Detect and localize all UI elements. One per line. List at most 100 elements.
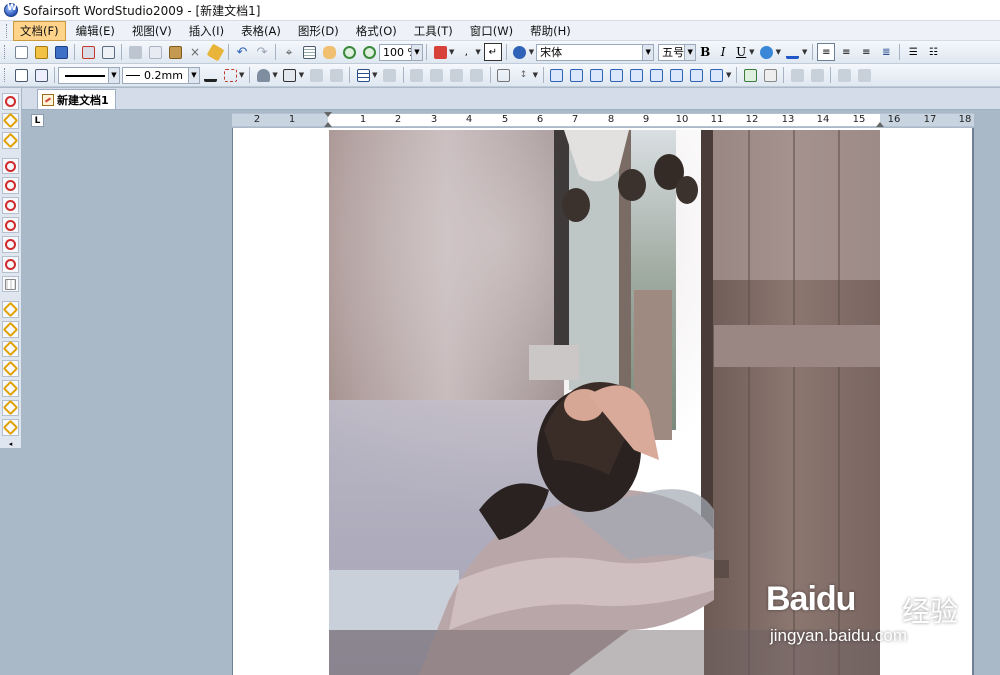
snap-nearest-icon[interactable] — [2, 340, 19, 358]
chevron-down-icon[interactable]: ▼ — [529, 48, 534, 56]
align-bottom-left-icon[interactable] — [668, 66, 686, 84]
numbered-list-icon[interactable]: ☷ — [924, 43, 942, 61]
align-middle-right-icon[interactable] — [648, 66, 666, 84]
menu-table[interactable]: 表格(A) — [234, 21, 288, 41]
split-cells-icon[interactable] — [468, 66, 486, 84]
align-top-right-icon[interactable] — [588, 66, 606, 84]
menu-edit[interactable]: 编辑(E) — [69, 21, 122, 41]
magnet-icon[interactable] — [2, 93, 19, 110]
right-indent-marker[interactable] — [876, 122, 884, 127]
chevron-down-icon[interactable]: ▼ — [726, 71, 731, 79]
paragraph-mark-icon[interactable]: ↵ — [483, 43, 502, 61]
align-center-icon[interactable]: ≡ — [837, 43, 855, 61]
align-middle-left-icon[interactable] — [608, 66, 626, 84]
font-size-select[interactable]: 五号 ▼ — [658, 43, 697, 61]
delete-icon[interactable]: × — [186, 43, 204, 61]
chevron-down-icon[interactable]: ▼ — [108, 67, 119, 83]
align-top-center-icon[interactable] — [568, 66, 586, 84]
print-icon[interactable] — [79, 43, 97, 61]
snap-center-icon[interactable] — [2, 216, 19, 234]
bring-forward-icon[interactable] — [788, 66, 806, 84]
lightning-icon[interactable] — [2, 112, 19, 130]
chevron-down-icon[interactable]: ▼ — [684, 44, 696, 60]
bring-to-front-icon[interactable] — [835, 66, 853, 84]
align-bottom-right-icon[interactable] — [708, 66, 726, 84]
image-frame-icon[interactable] — [761, 66, 779, 84]
snap-parallel-icon[interactable] — [2, 360, 19, 377]
horizontal-ruler[interactable]: 2 1 1 2 3 4 5 6 7 8 9 10 11 12 13 14 15 … — [232, 112, 974, 127]
zoom-in-icon[interactable] — [340, 43, 358, 61]
send-to-back-icon[interactable] — [855, 66, 873, 84]
snap-quadrant-icon[interactable] — [2, 236, 19, 254]
chevron-down-icon[interactable]: ▼ — [188, 67, 199, 83]
zoom-select[interactable]: 100 % ▼ — [379, 43, 423, 61]
group-icon[interactable] — [307, 66, 325, 84]
toolbar-grip-icon[interactable] — [4, 68, 7, 82]
grid-icon[interactable] — [300, 43, 318, 61]
insert-image-icon[interactable] — [431, 43, 449, 61]
snap-node-icon[interactable] — [2, 419, 19, 436]
snap-icon[interactable] — [2, 132, 19, 149]
snap-midpoint-icon[interactable] — [2, 197, 19, 214]
shadow-icon[interactable] — [281, 66, 299, 84]
copy-icon[interactable] — [146, 43, 164, 61]
bold-button[interactable]: B — [696, 45, 714, 59]
insert-column-icon[interactable] — [428, 66, 446, 84]
palette-expand-icon[interactable]: ◂ — [9, 440, 13, 448]
menu-graphics[interactable]: 图形(D) — [291, 21, 346, 41]
line-style-select[interactable]: ▼ — [58, 66, 120, 84]
chevron-down-icon[interactable]: ▼ — [372, 71, 377, 79]
bullet-list-icon[interactable]: ☰ — [904, 43, 922, 61]
align-left-icon[interactable]: ≡ — [817, 43, 836, 61]
menu-insert[interactable]: 插入(I) — [182, 21, 231, 41]
justify-icon[interactable]: ≣ — [877, 43, 895, 61]
table-border-icon[interactable] — [495, 66, 513, 84]
insert-table-icon[interactable] — [354, 66, 372, 84]
merge-cells-icon[interactable] — [448, 66, 466, 84]
menu-window[interactable]: 窗口(W) — [463, 21, 520, 41]
menu-document[interactable]: 文档(F) — [13, 20, 66, 41]
chevron-down-icon[interactable]: ▼ — [272, 71, 277, 79]
first-line-indent-marker[interactable] — [324, 112, 332, 117]
chevron-down-icon[interactable]: ▼ — [239, 71, 244, 79]
pen-color-icon[interactable] — [201, 66, 219, 84]
font-effect-icon[interactable] — [758, 43, 776, 61]
snap-perpendicular-icon[interactable] — [2, 301, 19, 318]
chevron-down-icon[interactable]: ▼ — [299, 71, 304, 79]
tab-stop-selector[interactable]: L — [31, 114, 44, 127]
underline-button[interactable]: U — [732, 45, 750, 59]
zoom-out-icon[interactable] — [360, 43, 378, 61]
font-name-select[interactable]: 宋体 ▼ — [536, 43, 655, 61]
chevron-down-icon[interactable]: ▼ — [449, 48, 454, 56]
chevron-down-icon[interactable]: ▼ — [776, 48, 781, 56]
menu-format[interactable]: 格式(O) — [349, 21, 404, 41]
chevron-down-icon[interactable]: ▼ — [411, 44, 422, 60]
menubar-grip-icon[interactable] — [6, 23, 9, 38]
pan-hand-icon[interactable] — [320, 43, 338, 61]
open-icon[interactable] — [32, 43, 50, 61]
special-char-icon[interactable]: , — [457, 43, 475, 61]
italic-button[interactable]: I — [714, 45, 732, 59]
align-top-left-icon[interactable] — [548, 66, 566, 84]
select-icon[interactable]: ⌖ — [280, 43, 298, 61]
snap-tangent-icon[interactable] — [2, 320, 19, 338]
align-middle-center-icon[interactable] — [628, 66, 646, 84]
undo-icon[interactable]: ↶ — [233, 43, 251, 61]
ungroup-icon[interactable] — [327, 66, 345, 84]
left-indent-marker[interactable] — [324, 122, 332, 127]
align-bottom-center-icon[interactable] — [688, 66, 706, 84]
help-icon[interactable] — [511, 43, 529, 61]
chevron-down-icon[interactable]: ▼ — [533, 71, 538, 79]
print-preview-icon[interactable] — [99, 43, 117, 61]
border-style-icon[interactable] — [221, 66, 239, 84]
redo-icon[interactable]: ↷ — [253, 43, 271, 61]
snap-extension-icon[interactable] — [2, 379, 19, 397]
line-width-select[interactable]: 0.2mm ▼ — [122, 66, 200, 84]
edit-points-icon[interactable] — [32, 66, 50, 84]
paste-icon[interactable] — [166, 43, 184, 61]
snap-grid-icon[interactable] — [2, 275, 19, 293]
table-props-icon[interactable] — [381, 66, 399, 84]
snap-point-icon[interactable] — [2, 157, 19, 175]
menu-view[interactable]: 视图(V) — [125, 21, 179, 41]
save-icon[interactable] — [52, 43, 70, 61]
